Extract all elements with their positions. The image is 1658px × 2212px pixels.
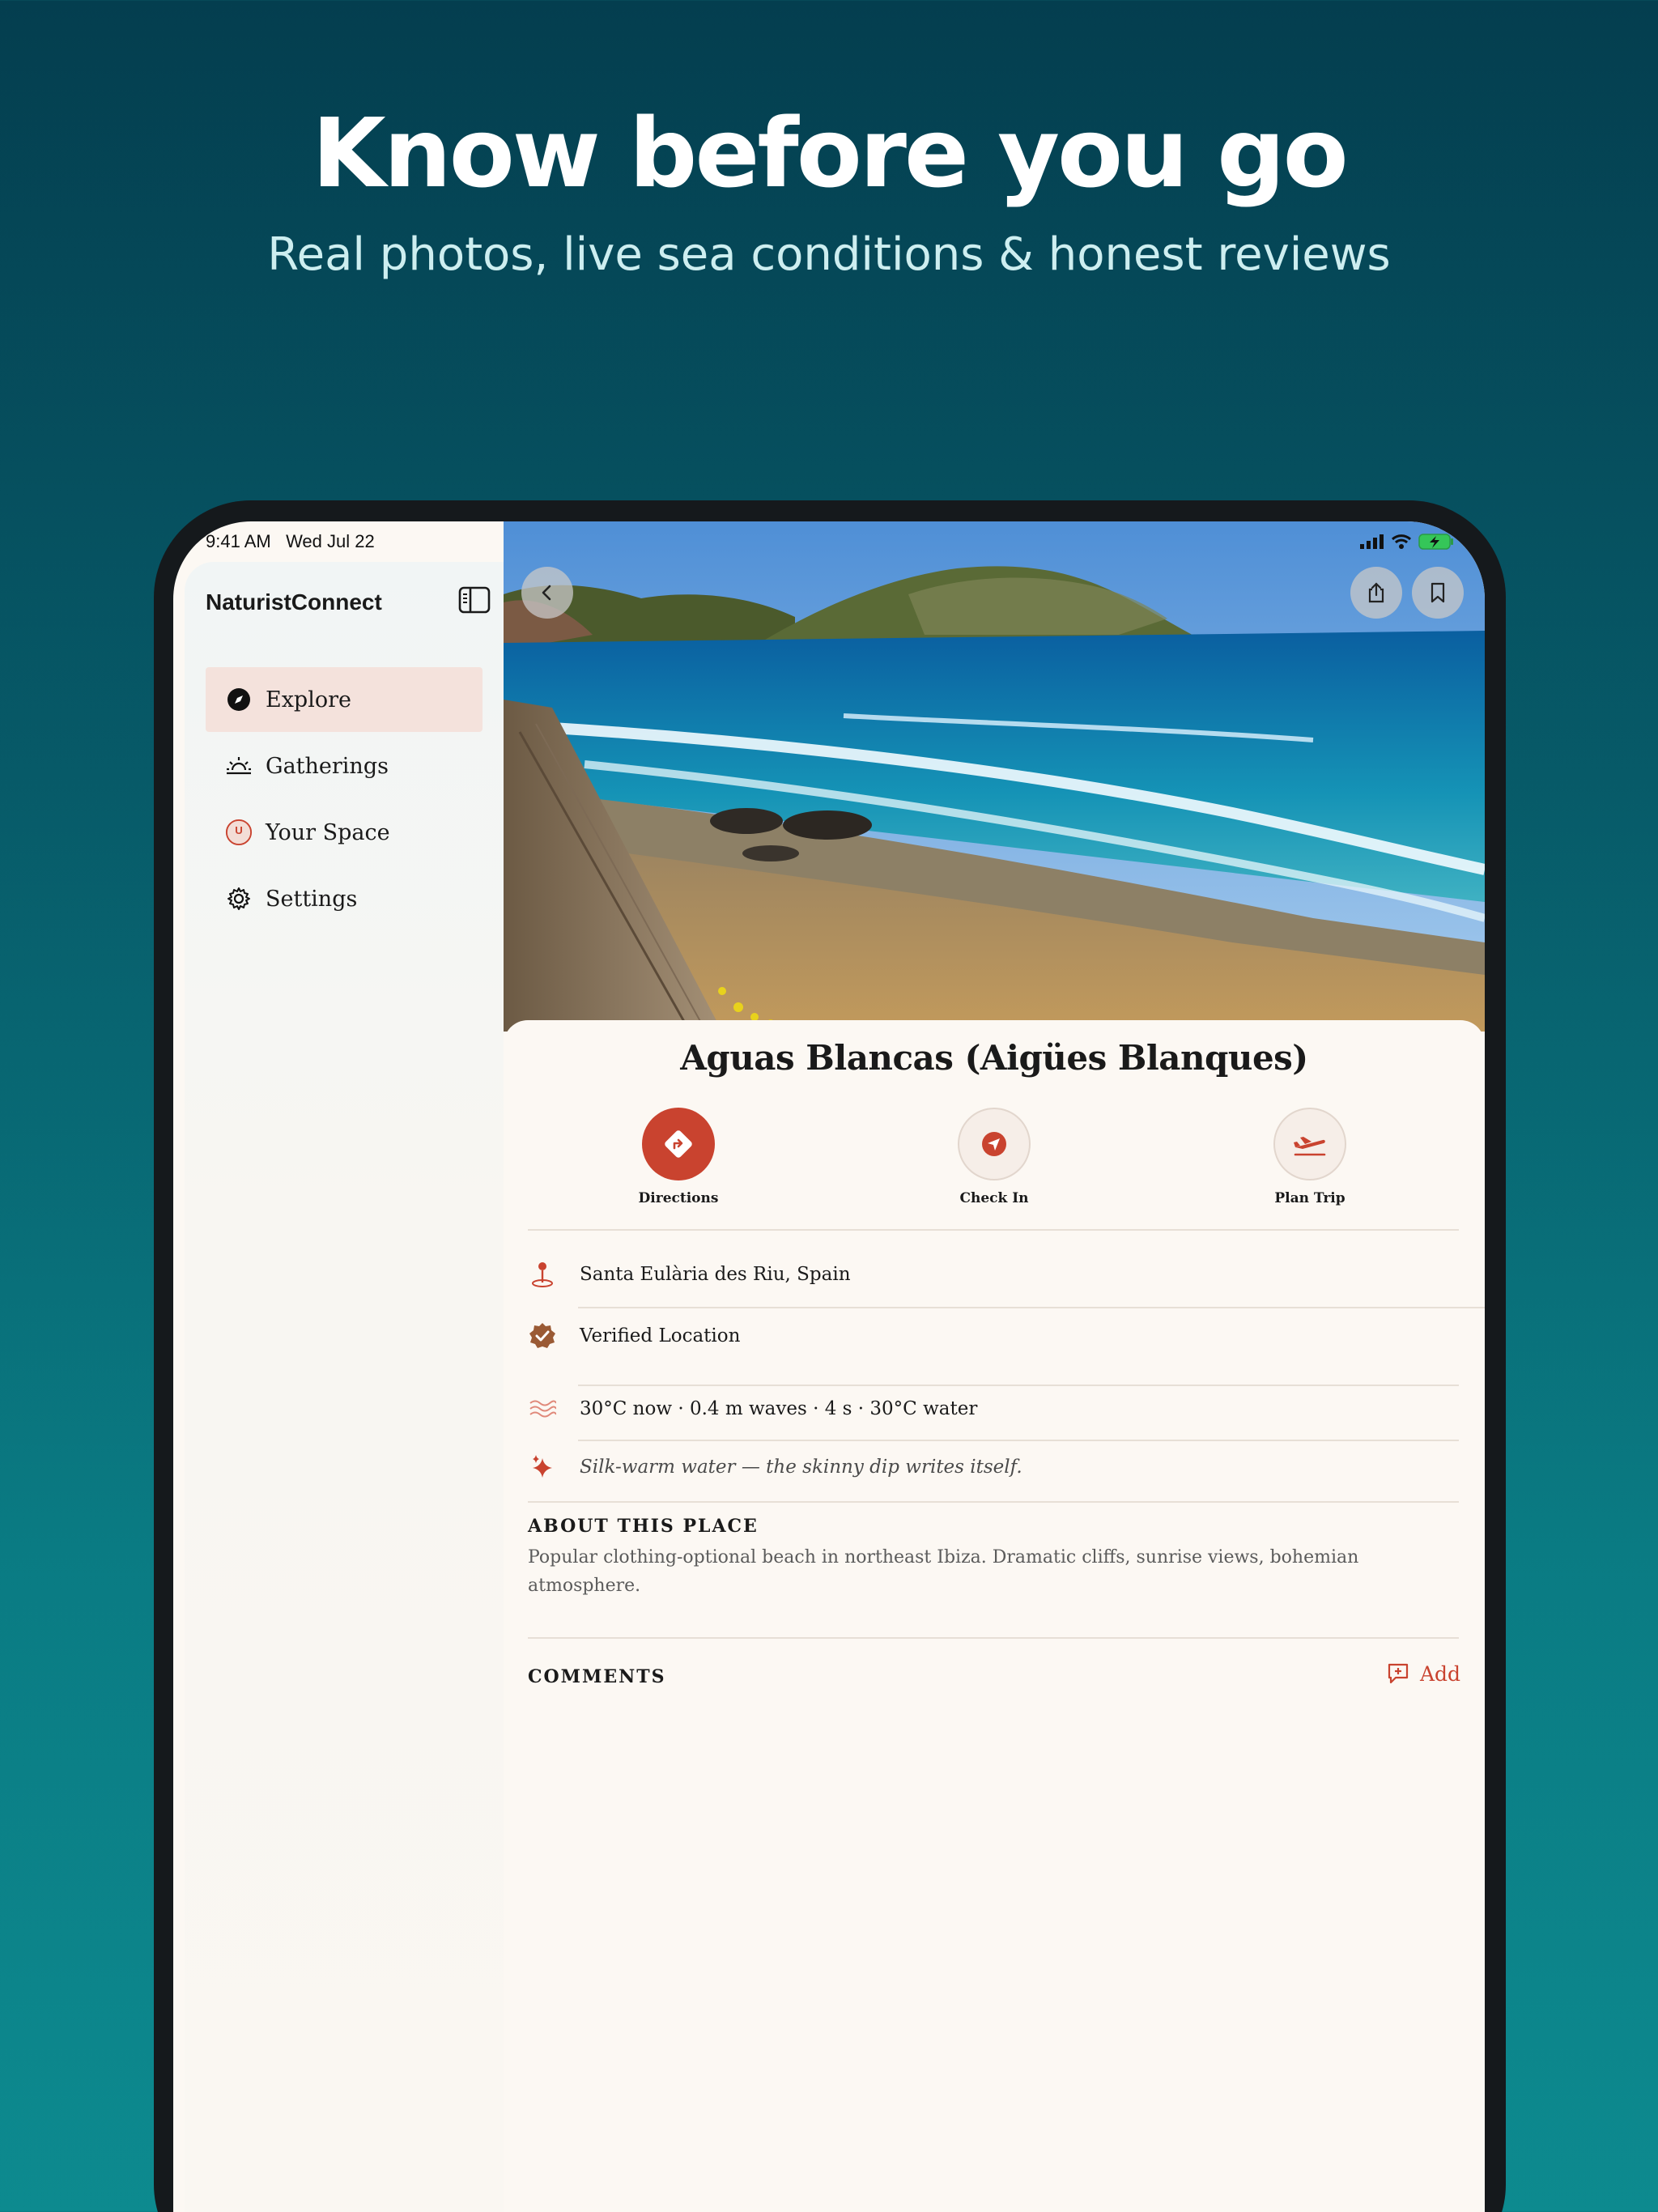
airplane-icon <box>1273 1108 1346 1180</box>
divider <box>578 1307 1485 1308</box>
svg-text:U: U <box>235 824 243 836</box>
location-row: Santa Eulària des Riu, Spain <box>528 1260 851 1289</box>
action-label: Check In <box>959 1190 1029 1206</box>
gear-icon <box>225 885 253 912</box>
compass-icon <box>225 686 253 713</box>
app-name: NaturistConnect <box>206 589 382 615</box>
verified-text: Verified Location <box>580 1325 741 1346</box>
sea-conditions-text: 30°C now · 0.4 m waves · 4 s · 30°C wate… <box>580 1398 978 1419</box>
sidebar-item-explore[interactable]: Explore <box>206 667 483 732</box>
marketing-headline: Know before you go <box>312 97 1348 209</box>
check-in-button[interactable]: Check In <box>913 1108 1075 1206</box>
tip-text: Silk-warm water — the skinny dip writes … <box>580 1457 1022 1478</box>
sidebar-item-label: Gatherings <box>266 753 389 779</box>
place-detail-card: Aguas Blancas (Aigües Blanques) Directio… <box>504 1020 1485 2212</box>
divider <box>528 1637 1459 1639</box>
chevron-left-icon <box>542 585 551 601</box>
divider <box>528 1229 1459 1231</box>
about-heading: ABOUT THIS PLACE <box>528 1516 759 1537</box>
location-text: Santa Eulària des Riu, Spain <box>580 1264 851 1285</box>
bookmark-icon <box>1431 582 1445 603</box>
status-time: 9:41 AM Wed Jul 22 <box>206 531 375 551</box>
location-arrow-icon <box>958 1108 1031 1180</box>
app-screen: NaturistConnect Explore Gatherings U You… <box>173 521 1485 2212</box>
user-avatar-icon: U <box>225 819 253 846</box>
divider <box>528 1501 1459 1503</box>
divider <box>578 1385 1459 1386</box>
bookmark-button[interactable] <box>1412 567 1464 619</box>
sidebar-item-settings[interactable]: Settings <box>206 866 483 931</box>
tip-row: Silk-warm water — the skinny dip writes … <box>528 1453 1022 1482</box>
sparkle-icon <box>528 1453 557 1482</box>
cellular-signal-icon <box>1360 534 1384 549</box>
sidebar: NaturistConnect Explore Gatherings U You… <box>185 562 504 2212</box>
about-text: Popular clothing-optional beach in north… <box>528 1547 1359 1596</box>
sidebar-item-label: Your Space <box>266 819 390 845</box>
plan-trip-button[interactable]: Plan Trip <box>1229 1108 1391 1206</box>
add-comment-button[interactable]: Add <box>1386 1661 1460 1686</box>
wifi-icon <box>1391 534 1412 549</box>
sidebar-item-label: Explore <box>266 687 351 713</box>
sea-conditions-row: 30°C now · 0.4 m waves · 4 s · 30°C wate… <box>528 1394 977 1423</box>
directions-icon <box>642 1108 715 1180</box>
sidebar-item-your-space[interactable]: U Your Space <box>206 800 483 865</box>
add-comment-label: Add <box>1419 1661 1460 1686</box>
sidebar-toggle-icon[interactable] <box>458 586 491 614</box>
hero-photo <box>504 521 1485 1032</box>
place-title: Aguas Blancas (Aigües Blanques) <box>680 1038 1308 1078</box>
share-icon <box>1368 582 1384 603</box>
sunrise-icon <box>225 752 253 780</box>
verified-row: Verified Location <box>528 1321 740 1351</box>
share-button[interactable] <box>1350 567 1402 619</box>
sidebar-item-gatherings[interactable]: Gatherings <box>206 734 483 798</box>
marketing-subheadline: Real photos, live sea conditions & hones… <box>267 228 1391 281</box>
comments-heading: COMMENTS <box>528 1666 666 1687</box>
action-label: Directions <box>638 1190 719 1206</box>
divider <box>578 1440 1459 1441</box>
directions-button[interactable]: Directions <box>597 1108 759 1206</box>
status-icons <box>1360 533 1454 551</box>
back-button[interactable] <box>521 567 573 619</box>
battery-charging-icon <box>1418 534 1453 550</box>
verified-badge-icon <box>528 1321 557 1351</box>
waves-icon <box>528 1394 557 1423</box>
sidebar-item-label: Settings <box>266 886 358 912</box>
map-pin-icon <box>528 1260 557 1289</box>
add-comment-icon <box>1388 1663 1409 1684</box>
action-label: Plan Trip <box>1274 1190 1346 1206</box>
